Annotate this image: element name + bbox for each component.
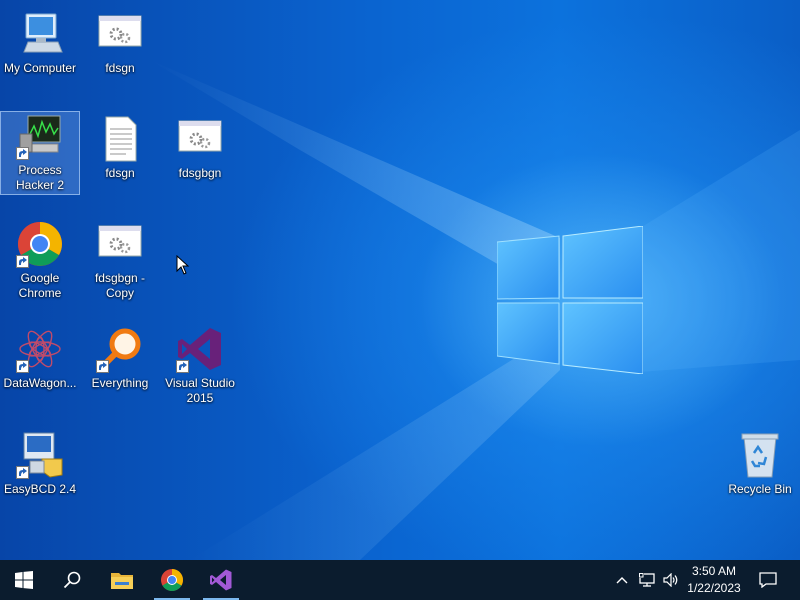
desktop-icon-google-chrome[interactable]: Google Chrome <box>1 220 79 301</box>
everything-icon <box>96 325 144 373</box>
computer-icon <box>16 10 64 58</box>
application-icon <box>96 10 144 58</box>
desktop-icon-label: Recycle Bin <box>728 482 792 496</box>
desktop-icon-label: Everything <box>91 376 149 390</box>
desktop-icon-process-hacker[interactable]: Process Hacker 2 <box>0 111 80 195</box>
desktop-icon-fdsgbgn-copy[interactable]: fdsgbgn - Copy <box>81 220 159 301</box>
start-button[interactable] <box>0 560 48 600</box>
action-center-button[interactable] <box>752 560 784 600</box>
chrome-icon <box>161 569 183 591</box>
shortcut-arrow-icon <box>16 360 29 373</box>
desktop-icon-datawagon[interactable]: DataWagon... <box>1 325 79 391</box>
visual-studio-icon <box>176 325 224 373</box>
desktop-icon-label: Google Chrome <box>18 271 62 300</box>
chrome-icon <box>16 220 64 268</box>
desktop-icon-label: fdsgn <box>105 166 135 180</box>
network-icon <box>639 573 655 587</box>
visual-studio-icon <box>210 569 232 591</box>
desktop-icon-recycle-bin[interactable]: Recycle Bin <box>721 431 799 497</box>
desktop-icon-label: Visual Studio 2015 <box>165 376 235 405</box>
desktop-icon-label: Process Hacker 2 <box>15 163 65 192</box>
shortcut-arrow-icon <box>176 360 189 373</box>
desktop-icon-label: DataWagon... <box>3 376 77 390</box>
taskbar-chrome[interactable] <box>148 560 196 600</box>
shortcut-arrow-icon <box>96 360 109 373</box>
shortcut-arrow-icon <box>16 466 29 479</box>
clock-date: 1/22/2023 <box>687 581 741 595</box>
file-explorer-icon <box>111 573 133 589</box>
desktop-icon-visual-studio[interactable]: Visual Studio 2015 <box>161 325 239 406</box>
search-button[interactable] <box>48 560 96 600</box>
taskbar-file-explorer[interactable] <box>98 560 146 600</box>
search-icon <box>63 571 81 589</box>
desktop-icon-everything[interactable]: Everything <box>81 325 159 391</box>
desktop-icon-easybcd[interactable]: EasyBCD 2.4 <box>1 431 79 497</box>
application-icon <box>176 115 224 163</box>
taskbar: 3:50 AM 1/22/2023 <box>0 560 800 600</box>
volume-icon <box>663 573 678 587</box>
network-button[interactable] <box>636 560 658 600</box>
easybcd-icon <box>16 431 64 479</box>
desktop-icon-label: fdsgbgn - Copy <box>94 271 146 300</box>
desktop-icon-fdsgn-doc[interactable]: fdsgn <box>81 115 159 181</box>
shortcut-arrow-icon <box>16 255 29 268</box>
datawagon-icon <box>16 325 64 373</box>
desktop-icon-label: EasyBCD 2.4 <box>3 482 77 496</box>
desktop-icon-fdsgbgn[interactable]: fdsgbgn <box>161 115 239 181</box>
recycle-bin-icon <box>736 431 784 479</box>
desktop-icon-label: fdsgbgn <box>178 166 222 180</box>
desktop-icon-my-computer[interactable]: My Computer <box>1 10 79 76</box>
chevron-up-icon <box>616 577 628 584</box>
system-clock[interactable]: 3:50 AM 1/22/2023 <box>678 563 750 597</box>
desktop[interactable]: My Computer fdsgn Process Hacker 2 fdsgn… <box>0 0 800 560</box>
desktop-icon-label: My Computer <box>3 61 77 75</box>
desktop-icon-label: fdsgn <box>105 61 135 75</box>
clock-time: 3:50 AM <box>691 564 737 578</box>
notification-icon <box>759 572 777 588</box>
process-hacker-icon <box>16 112 64 160</box>
taskbar-visual-studio[interactable] <box>197 560 245 600</box>
start-icon <box>15 571 33 589</box>
application-icon <box>96 220 144 268</box>
mouse-cursor-icon <box>176 255 190 275</box>
windows-logo <box>497 226 643 374</box>
document-icon <box>96 115 144 163</box>
show-hidden-icons-button[interactable] <box>612 560 632 600</box>
shortcut-arrow-icon <box>16 147 29 160</box>
desktop-icon-fdsgn-app[interactable]: fdsgn <box>81 10 159 76</box>
